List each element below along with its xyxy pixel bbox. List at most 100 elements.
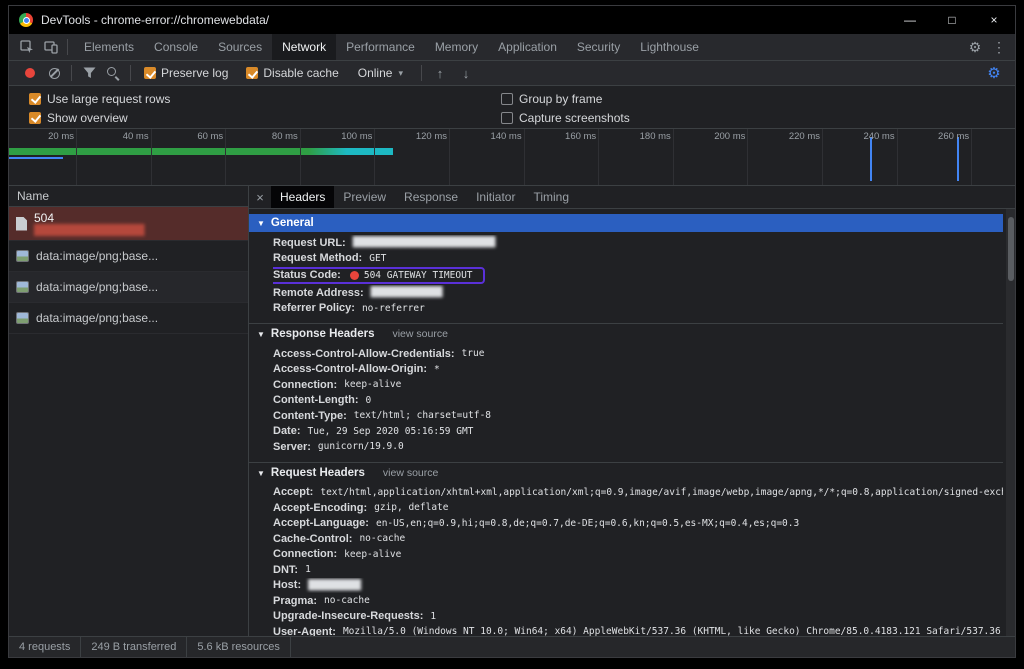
name-column-header[interactable]: Name: [9, 186, 248, 207]
request-name: 504: [34, 211, 241, 225]
request-row[interactable]: data:image/png;base...: [9, 272, 248, 303]
section-title: General: [271, 217, 314, 229]
settings-gear-icon[interactable]: ⚙: [963, 35, 987, 59]
checkbox-box: [246, 67, 258, 79]
kebab-menu-icon[interactable]: ⋮: [987, 35, 1011, 59]
tab-lighthouse[interactable]: Lighthouse: [630, 34, 709, 60]
tabbar-icon-group: [9, 34, 74, 60]
tab-elements[interactable]: Elements: [74, 34, 144, 60]
export-har-button[interactable]: ↓: [454, 62, 478, 84]
request-row[interactable]: data:image/png;base...: [9, 241, 248, 272]
import-har-button[interactable]: ↑: [428, 62, 452, 84]
header-value: gzip, deflate: [374, 502, 448, 513]
tab-network[interactable]: Network: [272, 34, 336, 60]
options-row: Show overview Capture screenshots: [9, 108, 1015, 127]
clear-button[interactable]: [43, 62, 65, 84]
tab-memory[interactable]: Memory: [425, 34, 488, 60]
header-field: Request Method:GET: [273, 251, 1003, 267]
checkbox-capture-screenshots[interactable]: Capture screenshots: [501, 111, 630, 125]
title-bar: DevTools - chrome-error://chromewebdata/…: [9, 6, 1015, 34]
throttling-select[interactable]: Online ▾: [350, 66, 415, 80]
scrollbar[interactable]: [1006, 209, 1015, 636]
view-source-link[interactable]: view source: [383, 467, 438, 479]
status-bar: 4 requests249 B transferred5.6 kB resour…: [9, 636, 1015, 657]
section-header-response-headers[interactable]: ▼Response Headersview source: [249, 323, 1003, 343]
checkbox-label: Use large request rows: [47, 92, 170, 106]
details-tab-timing[interactable]: Timing: [524, 186, 578, 208]
header-value: gunicorn/19.9.0: [318, 441, 404, 452]
timeline-request-marker: [870, 137, 872, 181]
checkbox-label: Preserve log: [161, 66, 228, 80]
status-bar-item: 4 requests: [9, 637, 81, 657]
inspect-element-icon[interactable]: [15, 35, 39, 59]
header-field: Referrer Policy:no-referrer: [273, 301, 1003, 317]
details-tab-headers[interactable]: Headers: [271, 186, 334, 208]
close-button[interactable]: ×: [973, 6, 1015, 34]
divider: [130, 65, 131, 81]
tab-application[interactable]: Application: [488, 34, 567, 60]
window-controls: — □ ×: [889, 6, 1015, 34]
status-dot-icon: [350, 271, 359, 280]
header-value: ██████████████████████████████: [353, 237, 495, 248]
header-value: Tue, 29 Sep 2020 05:16:59 GMT: [308, 426, 474, 437]
scrollbar-thumb[interactable]: [1008, 217, 1014, 281]
header-key: Content-Type:: [273, 410, 347, 422]
chevron-down-icon: ▾: [398, 68, 403, 79]
header-key: DNT:: [273, 564, 298, 576]
section-header-request-headers[interactable]: ▼Request Headersview source: [249, 462, 1003, 482]
minimize-button[interactable]: —: [889, 6, 931, 34]
maximize-button[interactable]: □: [931, 6, 973, 34]
header-value: ███████████████: [371, 287, 442, 298]
search-button[interactable]: [102, 62, 124, 84]
record-button[interactable]: [19, 62, 41, 84]
checkbox-box: [501, 93, 513, 105]
header-field: Connection:keep-alive: [273, 377, 1003, 393]
request-row[interactable]: 504██████████████████: [9, 207, 248, 241]
header-field: Access-Control-Allow-Credentials:true: [273, 346, 1003, 362]
tab-console[interactable]: Console: [144, 34, 208, 60]
tab-sources[interactable]: Sources: [208, 34, 272, 60]
disable-cache-checkbox[interactable]: Disable cache: [239, 66, 347, 80]
image-icon: [16, 250, 29, 262]
main-split: Name 504██████████████████ data:image/png…: [9, 186, 1015, 636]
header-field: Content-Type:text/html; charset=utf-8: [273, 408, 1003, 424]
record-icon: [25, 68, 35, 78]
image-icon: [16, 312, 29, 324]
checkbox-use-large-request-rows[interactable]: Use large request rows: [9, 92, 501, 106]
request-text: data:image/png;base...: [36, 311, 241, 325]
request-text: 504██████████████████: [34, 211, 241, 236]
header-field: Upgrade-Insecure-Requests:1: [273, 609, 1003, 625]
requests-panel: Name 504██████████████████ data:image/png…: [9, 186, 249, 636]
header-key: Remote Address:: [273, 287, 364, 299]
details-tab-preview[interactable]: Preview: [334, 186, 395, 208]
general-section-header[interactable]: ▼General: [249, 214, 1003, 232]
header-field: Host:███████████: [273, 578, 1003, 594]
request-text: data:image/png;base...: [36, 249, 241, 263]
details-tab-initiator[interactable]: Initiator: [467, 186, 524, 208]
preserve-log-checkbox[interactable]: Preserve log: [137, 66, 237, 80]
header-value: no-cache: [359, 533, 405, 544]
timeline-overview[interactable]: 20 ms40 ms60 ms80 ms100 ms120 ms140 ms16…: [9, 128, 1015, 186]
header-key: Host:: [273, 579, 301, 591]
view-source-link[interactable]: view source: [392, 328, 447, 340]
details-panel: × HeadersPreviewResponseInitiatorTiming …: [249, 186, 1015, 636]
checkbox-label: Capture screenshots: [519, 111, 630, 125]
filter-button[interactable]: [78, 62, 100, 84]
tabbar-right-group: ⚙ ⋮: [963, 34, 1015, 60]
main-tabbar-tabs: ElementsConsoleSourcesNetworkPerformance…: [74, 34, 709, 60]
checkbox-show-overview[interactable]: Show overview: [9, 111, 501, 125]
close-details-icon[interactable]: ×: [249, 186, 271, 208]
checkbox-box: [144, 67, 156, 79]
details-tab-response[interactable]: Response: [395, 186, 467, 208]
checkbox-label: Disable cache: [263, 66, 338, 80]
device-toolbar-icon[interactable]: [39, 35, 63, 59]
header-key: Connection:: [273, 379, 337, 391]
details-tabbar-tabs: HeadersPreviewResponseInitiatorTiming: [271, 186, 578, 208]
network-settings-gear-icon[interactable]: ⚙: [983, 62, 1005, 84]
divider: [67, 39, 68, 55]
throttling-value: Online: [358, 66, 393, 80]
tab-security[interactable]: Security: [567, 34, 630, 60]
request-row[interactable]: data:image/png;base...: [9, 303, 248, 334]
checkbox-group-by-frame[interactable]: Group by frame: [501, 92, 602, 106]
tab-performance[interactable]: Performance: [336, 34, 425, 60]
